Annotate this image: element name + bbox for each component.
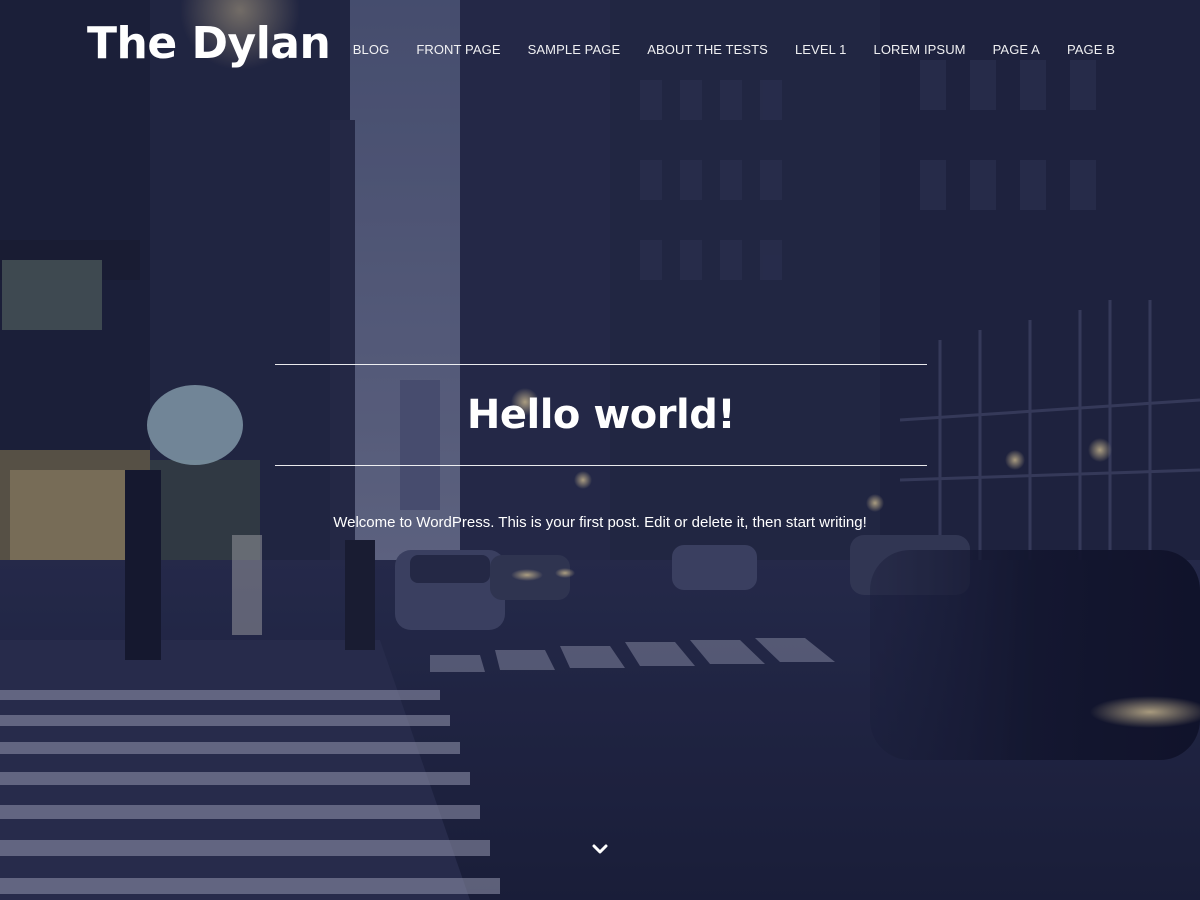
post-excerpt: Welcome to WordPress. This is your first… (333, 514, 867, 531)
site-title[interactable]: The Dylan (87, 16, 331, 72)
nav-item-sample-page[interactable]: SAMPLE PAGE (528, 40, 621, 60)
nav-item-blog[interactable]: BLOG (353, 40, 390, 60)
scroll-down-button[interactable] (588, 838, 612, 860)
nav-item-page-b[interactable]: PAGE B (1067, 40, 1115, 60)
post-title-bottom-rule (275, 465, 927, 466)
post-title[interactable]: Hello world! (275, 365, 927, 465)
main-navigation: BLOG FRONT PAGE SAMPLE PAGE ABOUT THE TE… (326, 40, 1115, 60)
nav-item-about-the-tests[interactable]: ABOUT THE TESTS (647, 40, 768, 60)
nav-item-front-page[interactable]: FRONT PAGE (416, 40, 500, 60)
nav-item-level-1[interactable]: LEVEL 1 (795, 40, 847, 60)
post-header: Hello world! (275, 364, 927, 466)
nav-item-page-a[interactable]: PAGE A (993, 40, 1040, 60)
hero-section: The Dylan BLOG FRONT PAGE SAMPLE PAGE AB… (0, 0, 1200, 900)
chevron-down-icon (592, 844, 608, 854)
nav-item-lorem-ipsum[interactable]: LOREM IPSUM (874, 40, 966, 60)
